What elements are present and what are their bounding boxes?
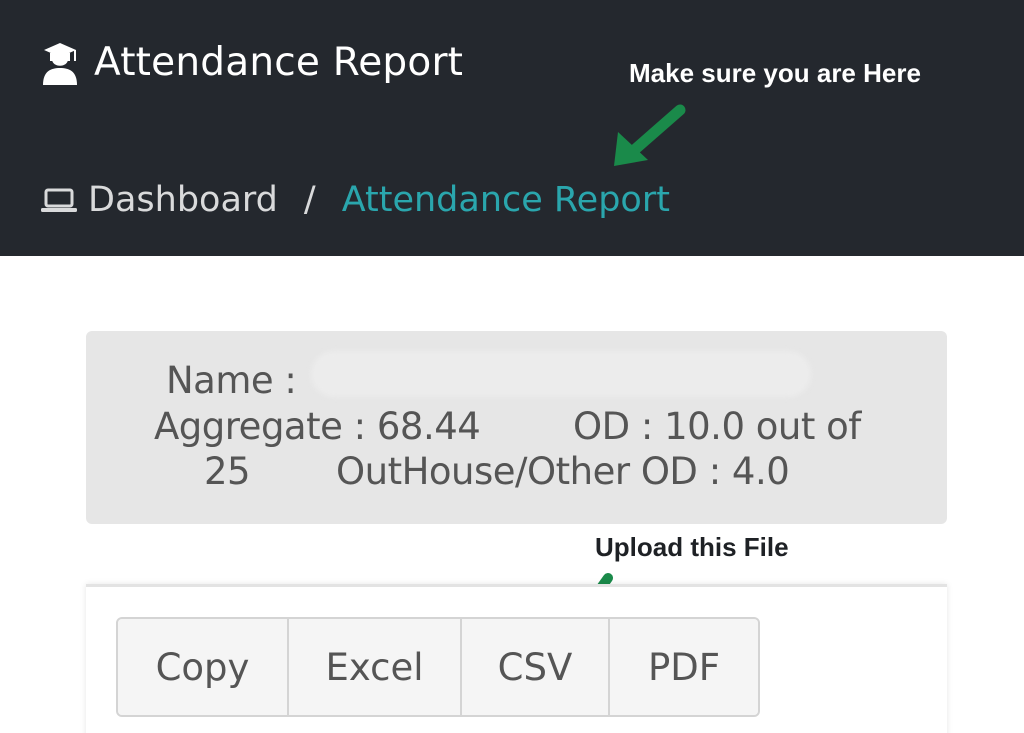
- annotation-top-note: Make sure you are Here: [629, 58, 921, 88]
- redacted-name: [311, 351, 811, 397]
- breadcrumb-current: Attendance Report: [341, 180, 670, 220]
- student-info-card: Name : Aggregate : 68.44 OD : 10.0 out o…: [86, 331, 947, 524]
- copy-button[interactable]: Copy: [118, 619, 289, 715]
- outhouse-od-value: OutHouse/Other OD : 4.0: [336, 450, 790, 493]
- aggregate-value: Aggregate : 68.44: [154, 405, 481, 448]
- header-bar: Attendance Report Make sure you are Here…: [0, 0, 1024, 256]
- breadcrumb-dashboard-link[interactable]: Dashboard: [88, 180, 278, 220]
- app-title-text: Attendance Report: [94, 40, 464, 85]
- breadcrumb-separator: /: [303, 180, 316, 220]
- app-title: Attendance Report: [40, 40, 463, 85]
- annotation-middle-note: Upload this File: [595, 532, 789, 562]
- arrow-down-left-icon: [614, 104, 686, 166]
- breadcrumb: Dashboard / Attendance Report: [40, 180, 670, 220]
- laptop-icon: [41, 188, 77, 212]
- od-total: 25: [204, 450, 251, 493]
- pdf-button[interactable]: PDF: [610, 619, 758, 715]
- od-value: OD : 10.0 out of: [573, 405, 861, 448]
- csv-button[interactable]: CSV: [462, 619, 610, 715]
- export-button-group: Copy Excel CSV PDF: [116, 617, 760, 717]
- excel-button[interactable]: Excel: [289, 619, 462, 715]
- graduate-icon: [43, 42, 77, 85]
- page: Attendance Report Make sure you are Here…: [0, 0, 1024, 733]
- student-name-label: Name :: [166, 359, 297, 402]
